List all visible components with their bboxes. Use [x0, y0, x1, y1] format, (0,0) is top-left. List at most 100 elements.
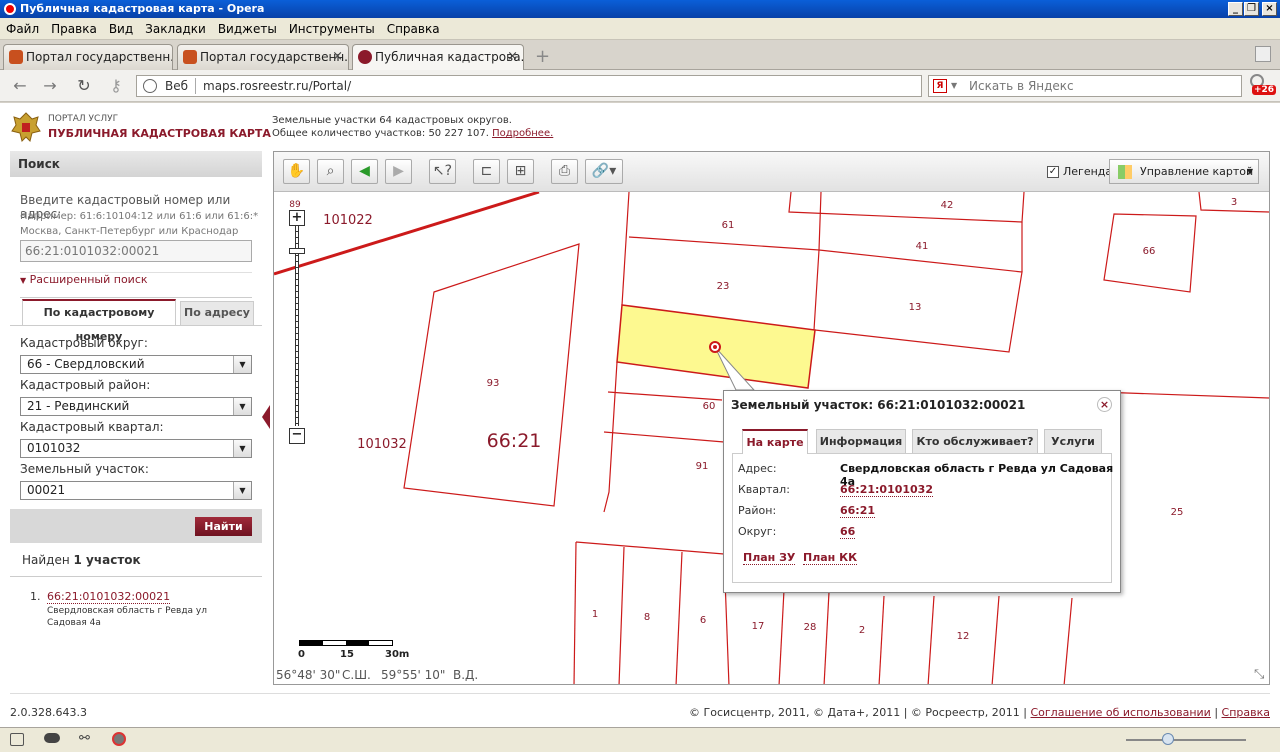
chevron-down-icon[interactable]: ▼ — [233, 356, 251, 373]
kvartal-select[interactable]: 0101032 ▼ — [20, 439, 252, 458]
menu-help[interactable]: Справка — [381, 18, 446, 40]
legend-checkbox[interactable]: ✓ — [1047, 166, 1059, 178]
parcel-label: 66 — [1143, 246, 1156, 257]
close-tab-icon[interactable]: × — [332, 45, 343, 69]
chevron-down-icon[interactable]: ▼ — [951, 76, 957, 96]
forward-extent-icon[interactable]: ▶ — [385, 159, 412, 184]
page-content: ПОРТАЛ УСЛУГ ПУБЛИЧНАЯ КАДАСТРОВАЯ КАРТА… — [0, 103, 1280, 727]
menu-widgets[interactable]: Виджеты — [212, 18, 283, 40]
browser-tab-1[interactable]: Портал государственн... — [3, 44, 173, 70]
new-tab-button[interactable]: + — [535, 46, 550, 67]
chevron-down-icon[interactable]: ▼ — [233, 440, 251, 457]
zoom-out-button[interactable]: − — [289, 428, 305, 444]
zoom-in-button[interactable]: + — [289, 210, 305, 226]
print-icon[interactable]: ⎙ — [551, 159, 578, 184]
parcel-label: 17 — [752, 621, 765, 632]
pan-hand-icon[interactable]: ✋ — [283, 159, 310, 184]
triangle-down-icon: ▼ — [20, 276, 27, 285]
find-button[interactable]: Найти — [195, 517, 252, 536]
collapse-panel-icon[interactable] — [262, 405, 270, 429]
coord-lon: 59°55' 10" — [381, 668, 446, 682]
opera-logo-icon — [4, 3, 16, 15]
uchastok-label: Земельный участок: — [20, 462, 149, 476]
yandex-icon[interactable]: Я — [933, 79, 947, 93]
terms-link[interactable]: Соглашение об использовании — [1030, 706, 1210, 719]
search-panel-title: Поиск — [10, 151, 262, 177]
rayon-value-link[interactable]: 66:21 — [840, 504, 876, 518]
turbo-icon[interactable] — [112, 732, 126, 746]
forward-arrow-icon[interactable]: → — [40, 76, 60, 96]
okrug-value-link[interactable]: 66 — [840, 525, 856, 539]
share-icon[interactable]: ⚯ — [79, 731, 90, 746]
browser-tab-2[interactable]: Портал государственн... × — [177, 44, 349, 70]
measure-area-icon[interactable]: ⊞ — [507, 159, 534, 184]
tab-by-number[interactable]: По кадастровому номеру — [22, 299, 176, 343]
link-icon[interactable]: 🔗▾ — [585, 159, 623, 184]
menu-view[interactable]: Вид — [103, 18, 139, 40]
maximize-button[interactable]: ❐ — [1244, 2, 1259, 16]
tab-by-address[interactable]: По адресу — [180, 301, 254, 325]
uchastok-select[interactable]: 00021 ▼ — [20, 481, 252, 500]
menu-file[interactable]: Файл — [0, 18, 45, 40]
close-window-button[interactable]: × — [1262, 2, 1277, 16]
parcel-label: 93 — [487, 378, 500, 389]
key-icon[interactable]: ⚷ — [106, 76, 126, 96]
help-link[interactable]: Справка — [1222, 706, 1270, 719]
back-arrow-icon[interactable]: ← — [10, 76, 30, 96]
identify-pointer-icon[interactable]: ↖? — [429, 159, 456, 184]
results-prefix: Найден — [22, 553, 70, 567]
parcel-label: 12 — [957, 631, 970, 642]
portal-label: ПОРТАЛ УСЛУГ — [48, 114, 119, 124]
popup-tab-services[interactable]: Услуги — [1044, 429, 1102, 453]
result-link[interactable]: 66:21:0101032:00021 — [47, 590, 171, 604]
address-field[interactable]: Веб maps.rosreestr.ru/Portal/ — [136, 75, 922, 97]
reload-icon[interactable]: ↻ — [74, 76, 94, 96]
map-area[interactable]: 89 101022 101032 66:21 61 42 3 41 66 23 … — [273, 151, 1270, 685]
status-bar: ⚯ — [0, 727, 1280, 752]
advanced-search-link[interactable]: ▼ Расширенный поиск — [20, 273, 148, 286]
results-number: 1 участок — [73, 553, 141, 567]
cloud-icon[interactable] — [44, 733, 60, 743]
zoom-rect-icon[interactable]: ⌕ — [317, 159, 344, 184]
plan-kk-link[interactable]: План КК — [803, 551, 858, 565]
panel-toggle-icon[interactable] — [10, 733, 24, 746]
page-zoom-handle[interactable] — [1162, 733, 1174, 745]
back-extent-icon[interactable]: ◀ — [351, 159, 378, 184]
divider — [10, 325, 262, 326]
parcel-label: 42 — [941, 200, 954, 211]
kvartal-value-link[interactable]: 66:21:0101032 — [840, 483, 933, 497]
menu-tools[interactable]: Инструменты — [283, 18, 381, 40]
more-link[interactable]: Подробнее. — [492, 128, 553, 139]
menu-bookmarks[interactable]: Закладки — [139, 18, 212, 40]
popup-tab-info[interactable]: Информация — [816, 429, 906, 453]
kvartal-label: Кадастровый квартал: — [20, 420, 164, 434]
resize-arrow-icon[interactable]: ⤡ — [1254, 667, 1264, 682]
quarter-label-101032: 101032 — [357, 437, 407, 452]
close-popup-button[interactable]: × — [1097, 397, 1112, 412]
rayon-select[interactable]: 21 - Ревдинский ▼ — [20, 397, 252, 416]
popup-tab-who-serves[interactable]: Кто обслуживает? — [912, 429, 1038, 453]
browser-tab-3[interactable]: Публичная кадастрова... × — [352, 44, 524, 71]
close-tab-icon[interactable]: × — [507, 45, 518, 69]
parcel-label: 6 — [700, 615, 706, 626]
result-address-2: Садовая 4а — [47, 618, 101, 628]
chevron-down-icon[interactable]: ▼ — [233, 398, 251, 415]
chevron-down-icon[interactable]: ▼ — [233, 482, 251, 499]
measure-ruler-icon[interactable]: ⊏ — [473, 159, 500, 184]
okrug-select[interactable]: 66 - Свердловский ▼ — [20, 355, 252, 374]
search-field[interactable]: Я ▼ Искать в Яндекс — [928, 75, 1242, 97]
zoom-slider-track[interactable] — [295, 226, 299, 426]
cadastral-search-input[interactable]: 66:21:0101032:00021 — [20, 240, 252, 262]
result-address-1: Свердловская область г Ревда ул — [47, 606, 208, 616]
plan-zu-link[interactable]: План ЗУ — [743, 551, 796, 565]
map-management-dropdown[interactable]: Управление картой ▼ — [1109, 159, 1259, 184]
zoom-slider-handle[interactable] — [289, 248, 305, 254]
trash-icon[interactable] — [1255, 46, 1271, 62]
portal-title[interactable]: ПУБЛИЧНАЯ КАДАСТРОВАЯ КАРТА — [48, 127, 271, 140]
notification-badge: +26 — [1252, 85, 1277, 95]
page-zoom-slider[interactable] — [1126, 739, 1246, 741]
scale-mark: 0 — [298, 649, 305, 660]
menu-edit[interactable]: Правка — [45, 18, 103, 40]
popup-tab-map[interactable]: На карте — [742, 429, 808, 454]
minimize-button[interactable]: _ — [1228, 2, 1243, 16]
